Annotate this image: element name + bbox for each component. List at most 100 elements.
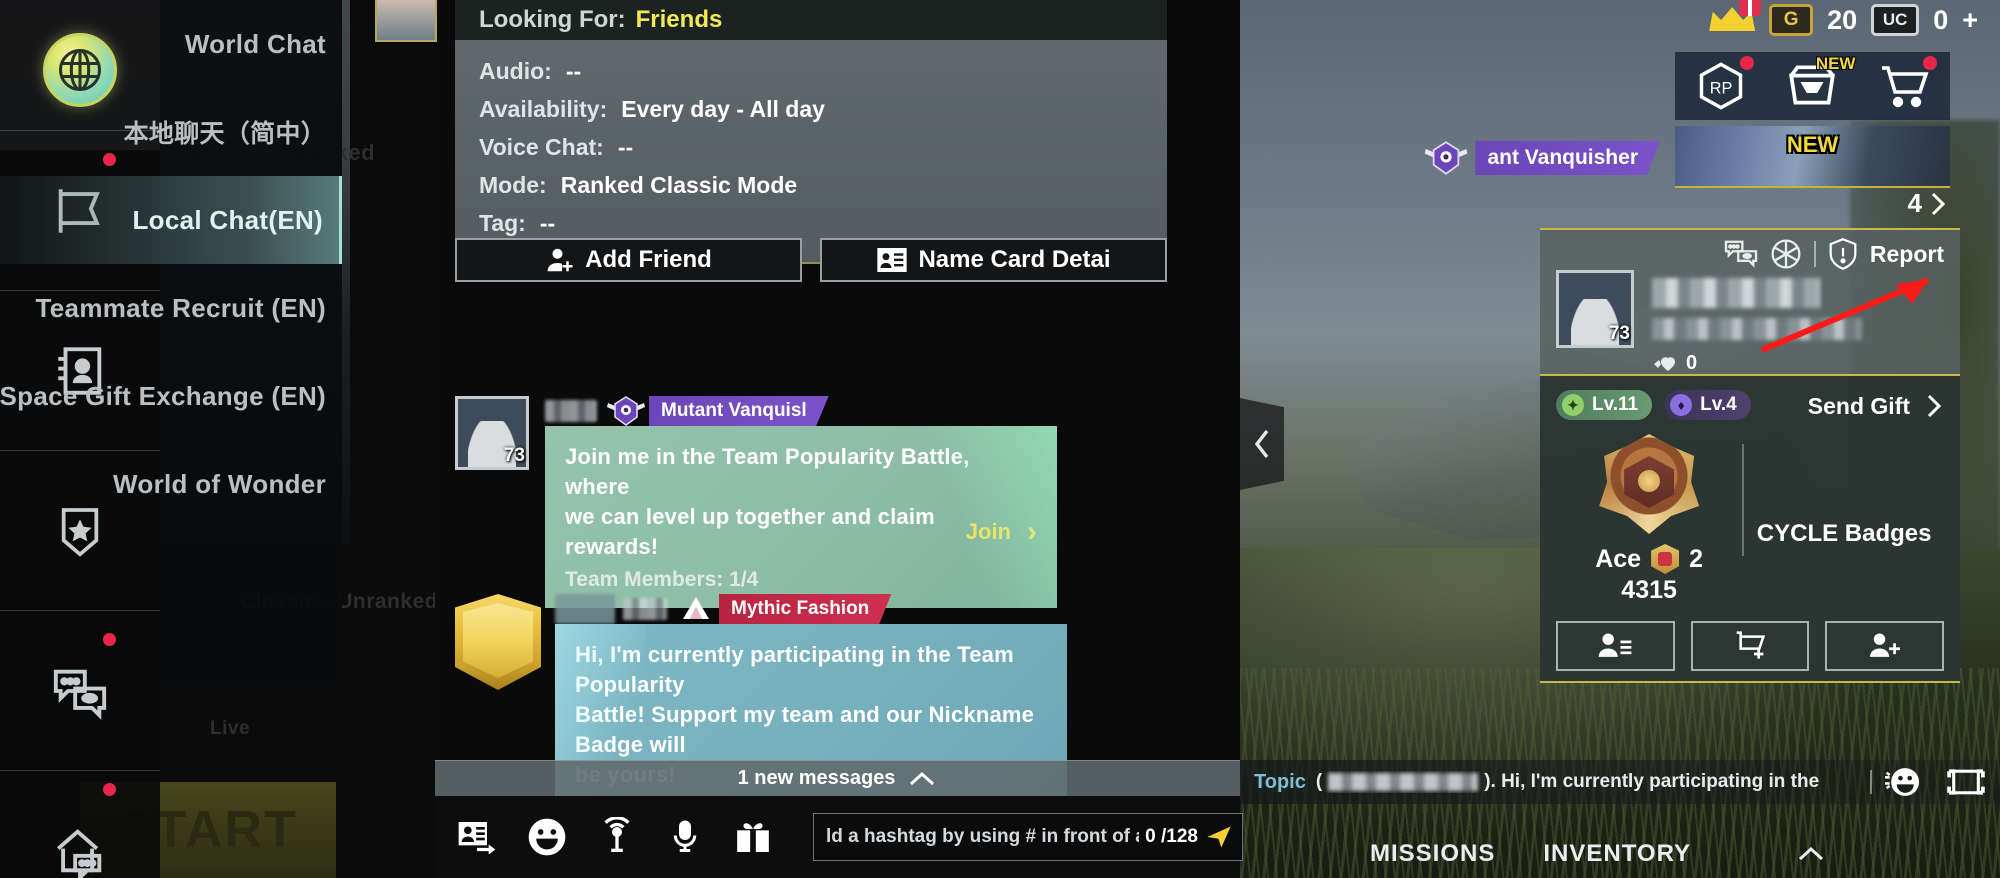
player-card-stats: ✦ Lv.11 ♦ Lv.4 Send Gift Ace 2 4315 CYCL… — [1540, 374, 1960, 681]
winged-emblem-icon — [607, 396, 645, 426]
star-icon: ✦ — [1562, 394, 1584, 416]
avatar[interactable]: 73 — [455, 396, 529, 470]
gift-cart-button[interactable] — [1690, 621, 1810, 671]
send-gift-button[interactable]: Send Gift — [1808, 392, 1944, 420]
add-person-icon — [1869, 633, 1900, 657]
royale-pass-icon: RP — [1699, 62, 1743, 110]
profile-list-button[interactable] — [1556, 621, 1675, 671]
sidebar-item-home[interactable] — [0, 770, 160, 878]
join-link[interactable]: Join — [966, 519, 1011, 545]
avatar-level: 73 — [1608, 323, 1630, 344]
message-bubble[interactable]: Join me in the Team Popularity Battle, w… — [545, 426, 1057, 608]
banner-page-count: 4 — [1908, 188, 1948, 219]
gift-badge-icon — [1739, 0, 1762, 16]
chevron-up-icon[interactable] — [1795, 843, 1827, 865]
topic-prefix: ( — [1315, 771, 1323, 792]
info-key: Tag: — [479, 210, 526, 236]
info-key: Audio: — [479, 58, 552, 84]
add-friend-button[interactable]: Add Friend — [455, 238, 802, 282]
profile-action-buttons: Add Friend Name Card Detai — [455, 238, 1167, 282]
microphone-icon[interactable] — [667, 814, 703, 860]
info-key: Voice Chat: — [479, 134, 604, 160]
info-value: Ranked Classic Mode — [560, 172, 798, 198]
divider — [1870, 770, 1872, 794]
info-key: Availability: — [479, 96, 608, 122]
report-shield-icon[interactable] — [1828, 238, 1858, 270]
message-tagline: Mythic Fashion — [555, 594, 1067, 624]
char-counter: 0 /128 — [1145, 826, 1198, 847]
topic-suffix: ). Hi, I'm currently participating in th… — [1484, 771, 1820, 792]
rank-ribbon-label: Mutant Vanquisl — [661, 400, 807, 421]
g-symbol: G — [1783, 9, 1799, 30]
chevron-right-icon[interactable]: › — [1027, 515, 1037, 549]
avatar[interactable]: 73 — [1556, 270, 1634, 348]
banner-count-value: 4 — [1907, 188, 1922, 218]
chat-input-placeholder: ld a hashtag by using # in front of a v — [826, 826, 1140, 847]
name-card-detail-button[interactable]: Name Card Detai — [820, 238, 1167, 282]
message-line-1: Join me in the Team Popularity Battle, w… — [565, 444, 970, 499]
g-currency-value: 20 — [1827, 4, 1858, 35]
add-currency-button[interactable]: + — [1962, 5, 1978, 36]
chat-bubbles-icon[interactable] — [1724, 239, 1758, 269]
shop-cart-button[interactable] — [1869, 56, 1939, 114]
collapse-chat-button[interactable] — [1240, 398, 1284, 490]
broadcast-icon[interactable] — [597, 814, 637, 860]
fullscreen-icon[interactable] — [1946, 765, 1986, 799]
rank-tier-icon — [1651, 544, 1680, 574]
topic-label: Topic — [1254, 770, 1306, 793]
avatar[interactable] — [455, 594, 541, 690]
chevron-right-icon[interactable] — [1926, 190, 1948, 218]
name-card-detail-label: Name Card Detai — [918, 246, 1111, 273]
chevron-left-icon — [1254, 429, 1269, 459]
team-members-count: Team Members: 1/4 — [565, 568, 759, 591]
looking-for-card: Looking For: Friends Audio: -- Availabil… — [455, 0, 1167, 264]
gift-icon[interactable] — [733, 814, 773, 860]
report-button[interactable]: Report — [1870, 241, 1944, 268]
player-card-actions: Report — [1724, 238, 1944, 270]
g-coin-icon: G — [1769, 4, 1814, 36]
likes-row: 0 — [1652, 352, 1862, 375]
rank-ribbon-label-wrap: ant Vanquisher — [1475, 141, 1660, 175]
level-pill-label: Lv.11 — [1592, 394, 1639, 415]
royale-pass-button[interactable]: RP — [1686, 56, 1756, 114]
hud-quick-buttons: RP NEW — [1675, 52, 1950, 120]
namecard-icon — [877, 248, 908, 272]
nav-item-missions[interactable]: MISSIONS — [1370, 840, 1495, 868]
nav-item-inventory[interactable]: INVENTORY — [1543, 840, 1691, 868]
send-icon[interactable] — [1204, 823, 1234, 851]
notification-dot — [103, 783, 116, 796]
emoji-icon[interactable] — [527, 814, 567, 860]
avatar-level: 73 — [503, 445, 525, 466]
rank-tier: 2 — [1689, 544, 1703, 573]
rank-medal-icon — [1599, 434, 1700, 534]
topic-bar[interactable]: Topic ( ). Hi, I'm currently participati… — [1240, 760, 2000, 804]
likes-count: 0 — [1686, 352, 1698, 374]
camera-aperture-icon[interactable] — [1770, 238, 1802, 270]
new-messages-bar[interactable]: 1 new messages — [435, 760, 1240, 796]
crate-button[interactable]: NEW — [1777, 54, 1855, 114]
notification-dot — [103, 633, 116, 646]
chat-input[interactable]: ld a hashtag by using # in front of a v … — [813, 813, 1243, 861]
namecard-send-icon[interactable] — [457, 814, 497, 860]
channel-item-world-of-wonder[interactable]: World of Wonder — [0, 440, 342, 528]
add-friend-label: Add Friend — [585, 246, 712, 273]
channel-item-teammate-recruit[interactable]: Teammate Recruit (EN) — [0, 264, 342, 352]
mic-icon — [673, 820, 697, 852]
channel-item-local-chat-en[interactable]: Local Chat(EN) — [0, 176, 342, 264]
chat-column: Looking For: Friends Audio: -- Availabil… — [375, 0, 1240, 878]
signal-icon — [604, 817, 630, 852]
rank-points: 4315 — [1621, 576, 1677, 604]
channel-item-space-gift-exchange[interactable]: Space Gift Exchange (EN) — [0, 352, 342, 440]
channel-item-local-chat-cn[interactable]: 本地聊天（简中） — [0, 88, 342, 176]
info-row-voice-chat: Voice Chat: -- — [479, 134, 1167, 172]
chat-toolbar: ld a hashtag by using # in front of a v … — [435, 796, 1243, 878]
sidebar-item-messages[interactable] — [0, 610, 160, 770]
winged-emblem-icon — [1425, 141, 1468, 175]
channel-item-world-chat[interactable]: World Chat — [0, 0, 342, 88]
add-friend-button[interactable] — [1825, 621, 1945, 671]
crown-icon[interactable] — [1709, 0, 1762, 35]
rank-ribbon-label: ant Vanquisher — [1487, 146, 1638, 169]
blurred-badge — [555, 594, 615, 624]
emoji-speak-icon[interactable] — [1882, 765, 1922, 799]
promo-banner[interactable]: NEW — [1675, 126, 1950, 188]
